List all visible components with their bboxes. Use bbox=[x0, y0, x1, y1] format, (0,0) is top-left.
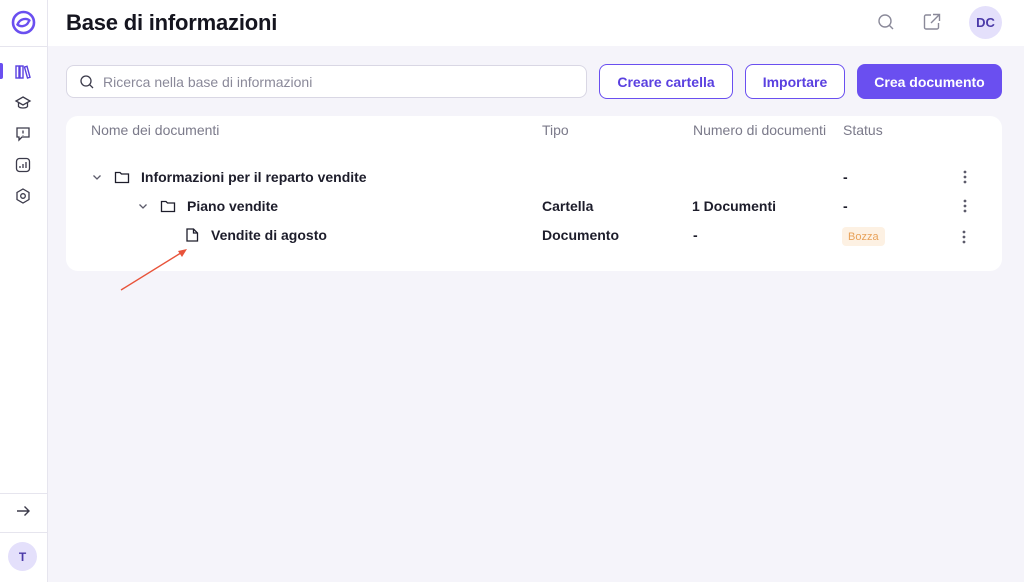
create-document-button[interactable]: Crea documento bbox=[857, 64, 1002, 99]
graduation-cap-icon[interactable] bbox=[14, 94, 32, 112]
chevron-down-icon[interactable] bbox=[91, 171, 103, 183]
sidebar-divider-bottom bbox=[0, 493, 48, 494]
chat-alert-icon[interactable] bbox=[14, 125, 32, 143]
row-name[interactable]: Piano vendite bbox=[187, 198, 278, 214]
documents-table bbox=[66, 116, 1002, 271]
annotation-arrow bbox=[120, 249, 187, 291]
page-header: Base di informazioni DC bbox=[48, 0, 1024, 46]
row-status: - bbox=[843, 169, 848, 185]
arrow-right-icon[interactable] bbox=[14, 502, 32, 520]
folder-icon bbox=[160, 200, 176, 213]
sidebar: T bbox=[0, 0, 48, 582]
analytics-icon[interactable] bbox=[14, 156, 32, 174]
more-options-icon[interactable] bbox=[960, 198, 970, 214]
create-folder-button[interactable]: Creare cartella bbox=[599, 64, 733, 99]
column-header-name[interactable]: Nome dei documenti bbox=[91, 122, 219, 138]
row-type: Documento bbox=[542, 227, 619, 243]
active-indicator bbox=[0, 63, 3, 79]
more-options-icon[interactable] bbox=[960, 169, 970, 185]
search-icon bbox=[80, 75, 94, 89]
row-type: Cartella bbox=[542, 198, 594, 214]
document-icon bbox=[186, 228, 199, 242]
row-name[interactable]: Vendite di agosto bbox=[211, 227, 327, 243]
column-header-type[interactable]: Tipo bbox=[542, 122, 569, 138]
external-link-icon[interactable] bbox=[922, 12, 942, 32]
chevron-down-icon[interactable] bbox=[137, 200, 149, 212]
more-options-icon[interactable] bbox=[959, 229, 969, 245]
row-count: 1 Documenti bbox=[692, 198, 777, 214]
search-input[interactable] bbox=[103, 66, 573, 97]
app-logo[interactable] bbox=[11, 10, 36, 35]
search-icon[interactable] bbox=[876, 12, 896, 32]
sidebar-divider-top bbox=[0, 46, 48, 47]
row-count: - bbox=[693, 227, 698, 243]
search-bar[interactable] bbox=[66, 65, 587, 98]
page-title: Base di informazioni bbox=[66, 10, 278, 35]
avatar[interactable]: DC bbox=[969, 6, 1002, 39]
import-button[interactable]: Importare bbox=[745, 64, 845, 99]
settings-hex-icon[interactable] bbox=[14, 187, 32, 205]
status-badge: Bozza bbox=[842, 227, 885, 246]
row-name[interactable]: Informazioni per il reparto vendite bbox=[141, 169, 367, 185]
column-header-count[interactable]: Numero di documenti bbox=[693, 122, 826, 138]
folder-icon bbox=[114, 171, 130, 184]
user-avatar[interactable]: T bbox=[8, 542, 37, 571]
row-status: - bbox=[843, 198, 848, 214]
column-header-status[interactable]: Status bbox=[843, 122, 883, 138]
knowledge-base-icon[interactable] bbox=[14, 63, 32, 81]
sidebar-divider-user bbox=[0, 532, 48, 533]
